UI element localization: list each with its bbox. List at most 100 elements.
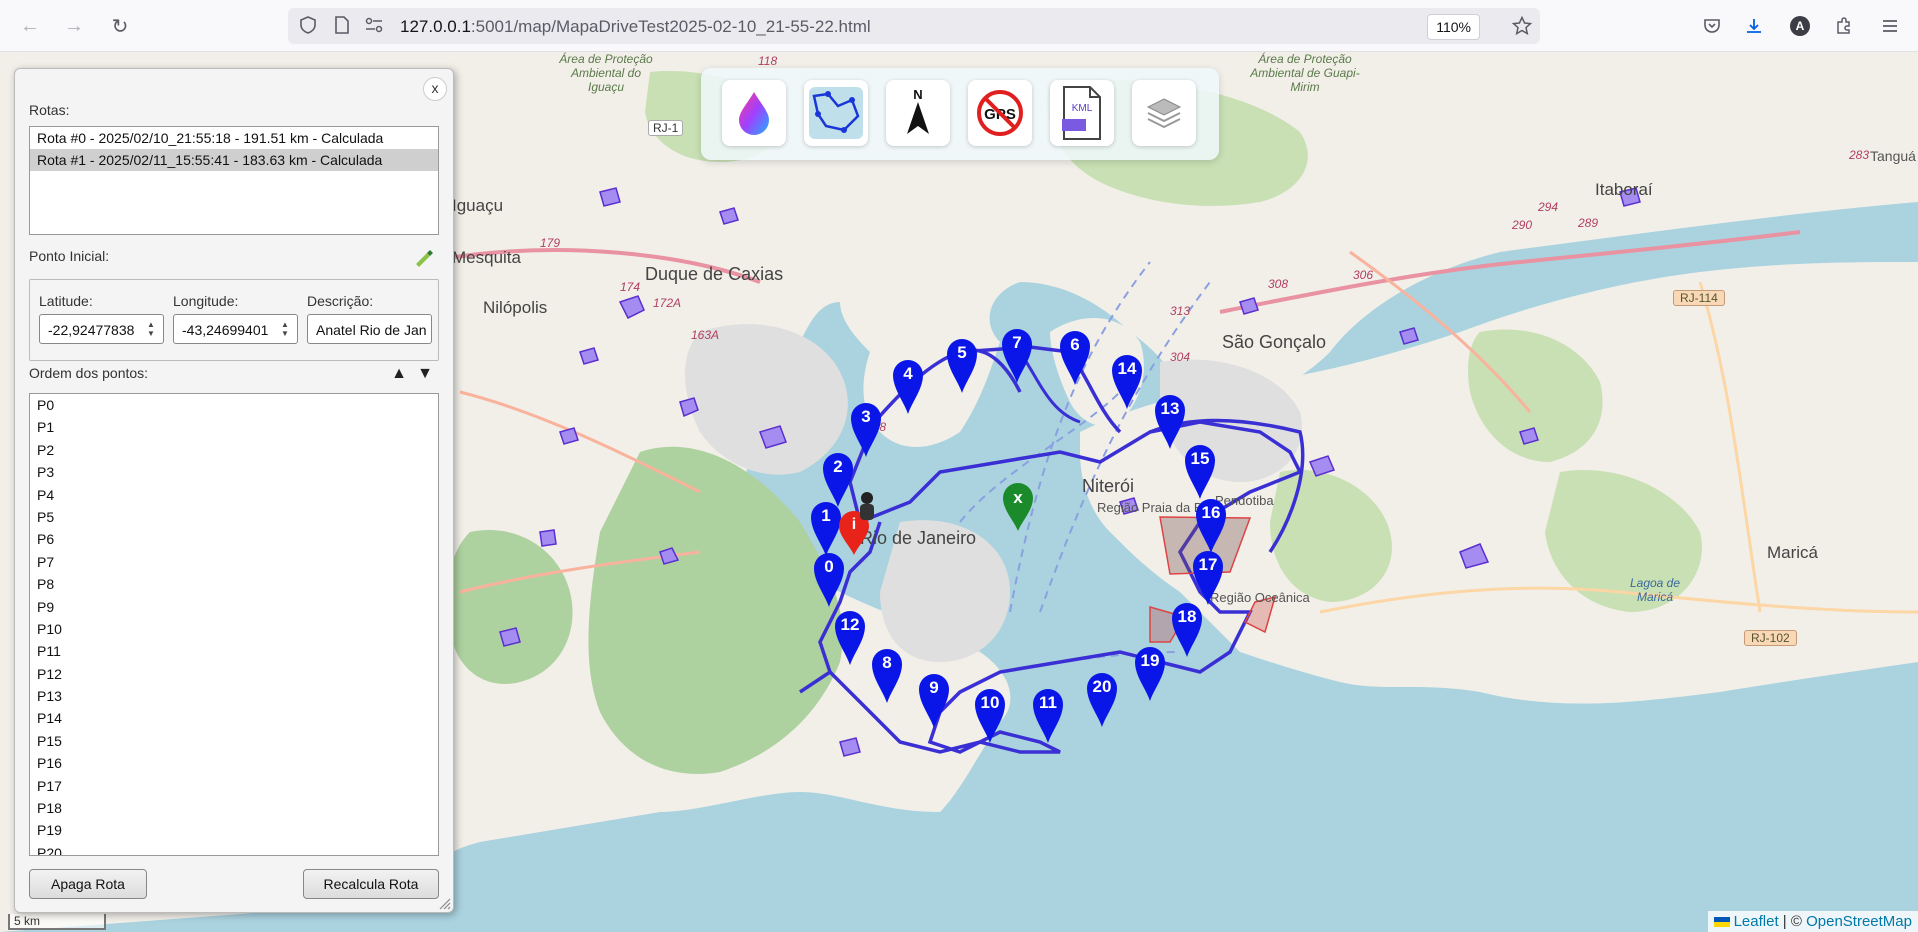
- point-item[interactable]: P4: [30, 484, 438, 506]
- route-map-button[interactable]: [804, 80, 868, 146]
- route-point-marker[interactable]: 2: [820, 450, 856, 508]
- route-point-marker[interactable]: 7: [999, 326, 1035, 384]
- pegman-icon[interactable]: [854, 490, 880, 526]
- delete-route-button[interactable]: Apaga Rota: [29, 869, 147, 899]
- menu-icon[interactable]: [1876, 12, 1904, 40]
- account-avatar[interactable]: A: [1786, 12, 1814, 40]
- point-item[interactable]: P14: [30, 707, 438, 729]
- point-item[interactable]: P1: [30, 416, 438, 438]
- point-item[interactable]: P9: [30, 596, 438, 618]
- latitude-value: -22,92477838: [48, 322, 135, 338]
- bookmark-star-icon[interactable]: [1511, 15, 1533, 36]
- road-number: 289: [1578, 216, 1599, 230]
- route-point-label: 2: [833, 457, 843, 476]
- route-point-label: 16: [1201, 503, 1221, 522]
- pocket-icon[interactable]: [1698, 12, 1726, 40]
- account-initial: A: [1790, 16, 1810, 36]
- points-list[interactable]: P0 P1 P2 P3 P4 P5 P6 P7 P8 P9 P10 P11 P12 P13 P14 P15 P1…: [29, 393, 439, 856]
- route-point-marker[interactable]: 15: [1182, 442, 1218, 500]
- route-point-label: 19: [1140, 651, 1160, 670]
- description-input[interactable]: Anatel Rio de Jan: [307, 314, 432, 344]
- route-item-selected[interactable]: Rota #1 - 2025/02/11_15:55:41 - 183.63 k…: [30, 149, 438, 171]
- point-item[interactable]: P13: [30, 685, 438, 707]
- zoom-level[interactable]: 110%: [1427, 14, 1480, 40]
- forward-icon[interactable]: →: [60, 12, 88, 40]
- point-item[interactable]: P12: [30, 663, 438, 685]
- point-item[interactable]: P15: [30, 730, 438, 752]
- recalculate-route-button[interactable]: Recalcula Rota: [303, 869, 439, 899]
- route-point-marker[interactable]: 14: [1109, 352, 1145, 410]
- layers-button[interactable]: [1132, 80, 1196, 146]
- kml-file-button[interactable]: KML: [1050, 80, 1114, 146]
- route-point-marker[interactable]: 8: [869, 646, 905, 704]
- point-item[interactable]: P20: [30, 842, 438, 855]
- route-point-marker[interactable]: 16: [1193, 496, 1229, 554]
- point-item[interactable]: P3: [30, 461, 438, 483]
- route-point-marker[interactable]: 19: [1132, 644, 1168, 702]
- map-attribution: Leaflet | © OpenStreetMap: [1707, 911, 1918, 932]
- route-point-marker[interactable]: 5: [944, 336, 980, 394]
- point-item[interactable]: P6: [30, 528, 438, 550]
- route-point-marker[interactable]: 20: [1084, 670, 1120, 728]
- route-point-marker[interactable]: 6: [1057, 328, 1093, 386]
- place-label: Mesquita: [452, 248, 521, 267]
- permissions-icon[interactable]: [364, 16, 384, 36]
- point-item[interactable]: P8: [30, 573, 438, 595]
- close-panel-button[interactable]: x: [423, 77, 447, 101]
- route-point-marker[interactable]: 11: [1030, 686, 1066, 744]
- move-down-button[interactable]: ▼: [417, 365, 433, 383]
- point-item[interactable]: P17: [30, 775, 438, 797]
- route-point-marker[interactable]: 18: [1169, 600, 1205, 658]
- point-item[interactable]: P11: [30, 640, 438, 662]
- route-point-marker[interactable]: 3: [848, 400, 884, 458]
- page-icon[interactable]: [332, 16, 352, 36]
- point-item[interactable]: P10: [30, 618, 438, 640]
- attribution-separator: | ©: [1782, 913, 1802, 930]
- route-point-marker[interactable]: 10: [972, 686, 1008, 744]
- route-item[interactable]: Rota #0 - 2025/02/10_21:55:18 - 191.51 k…: [30, 127, 438, 149]
- leaflet-link[interactable]: Leaflet: [1734, 913, 1779, 930]
- resize-handle[interactable]: [437, 896, 451, 910]
- point-item[interactable]: P2: [30, 439, 438, 461]
- url-text[interactable]: 127.0.0.1:5001/map/MapaDriveTest2025-02-…: [400, 17, 871, 37]
- move-up-button[interactable]: ▲: [391, 365, 407, 383]
- map-toolbar: N GPS KML: [701, 68, 1219, 160]
- shield-icon[interactable]: [298, 16, 318, 36]
- reload-icon[interactable]: ↻: [106, 12, 134, 40]
- point-item[interactable]: P18: [30, 797, 438, 819]
- route-point-marker[interactable]: 17: [1190, 548, 1226, 606]
- route-point-marker[interactable]: 4: [890, 357, 926, 415]
- point-item[interactable]: P7: [30, 551, 438, 573]
- osm-link[interactable]: OpenStreetMap: [1806, 913, 1912, 930]
- road-number: 172A: [653, 296, 682, 310]
- gps-off-button[interactable]: GPS: [968, 80, 1032, 146]
- route-point-marker[interactable]: 12: [832, 608, 868, 666]
- point-item[interactable]: P0: [30, 394, 438, 416]
- point-item[interactable]: P16: [30, 752, 438, 774]
- pick-location-icon[interactable]: [413, 247, 435, 270]
- longitude-spinner[interactable]: ▲ ▼: [279, 320, 291, 338]
- routes-list[interactable]: Rota #0 - 2025/02/10_21:55:18 - 191.51 k…: [29, 126, 439, 235]
- longitude-input[interactable]: -43,24699401 ▲ ▼: [173, 314, 298, 344]
- back-icon[interactable]: ←: [16, 12, 44, 40]
- latitude-input[interactable]: -22,92477838 ▲ ▼: [39, 314, 164, 344]
- place-label: Itaboraí: [1595, 180, 1653, 199]
- point-item[interactable]: P19: [30, 819, 438, 841]
- download-icon[interactable]: [1740, 12, 1768, 40]
- address-bar[interactable]: 127.0.0.1:5001/map/MapaDriveTest2025-02-…: [288, 8, 1540, 44]
- route-point-label: 13: [1160, 399, 1180, 418]
- latitude-label: Latitude:: [39, 293, 93, 309]
- north-arrow-button[interactable]: N: [886, 80, 950, 146]
- route-point-marker[interactable]: 9: [916, 671, 952, 729]
- end-marker[interactable]: x: [1000, 480, 1036, 532]
- latitude-spinner[interactable]: ▲ ▼: [145, 320, 157, 338]
- route-point-label: 20: [1092, 677, 1112, 696]
- route-point-marker[interactable]: 0: [811, 550, 847, 608]
- extensions-icon[interactable]: [1830, 12, 1858, 40]
- road-number: 174: [620, 280, 641, 294]
- scale-bar: 5 km: [8, 914, 106, 930]
- point-item[interactable]: P5: [30, 506, 438, 528]
- place-label: Rio de Janeiro: [860, 528, 977, 548]
- color-drop-button[interactable]: [722, 80, 786, 146]
- routes-label: Rotas:: [29, 102, 70, 118]
